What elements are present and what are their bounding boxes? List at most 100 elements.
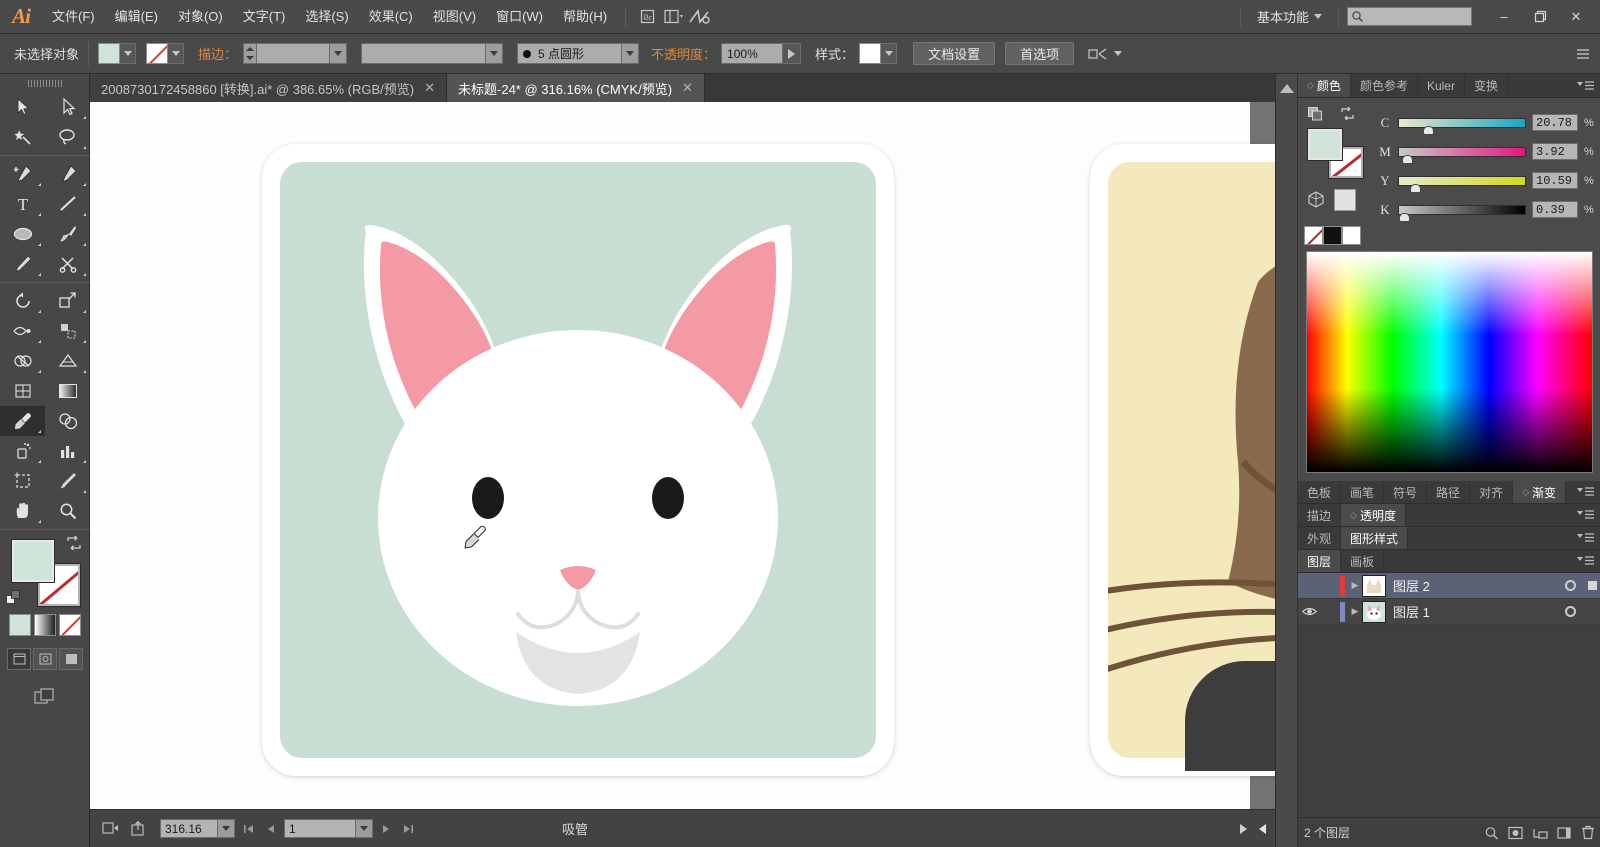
menu-view[interactable]: 视图(V) [423,0,486,34]
color-panel-fill-swatch[interactable] [1308,129,1342,160]
document-setup-button[interactable]: 文档设置 [913,42,995,65]
tab-color-guide[interactable]: 颜色参考 [1351,74,1418,97]
zoom-field[interactable]: 316.16 [160,819,218,838]
menu-edit[interactable]: 编辑(E) [105,0,168,34]
chevron-right-icon[interactable]: ▶ [1348,606,1362,617]
add-anchor-point-tool[interactable] [45,159,90,189]
preferences-button[interactable]: 首选项 [1005,42,1074,65]
tab-pathfinder[interactable]: 路径 [1427,481,1470,503]
gradient-tool[interactable] [45,376,90,406]
menu-window[interactable]: 窗口(W) [486,0,553,34]
swap-fill-stroke-icon[interactable] [66,536,82,550]
tab-kuler[interactable]: Kuler [1418,74,1465,97]
cyan-value-field[interactable]: 20.78 [1532,114,1578,131]
chevron-right-icon[interactable]: ▶ [1348,580,1362,591]
artboard-number-control[interactable]: 1 [284,819,373,838]
layer-row[interactable]: ▶ 图层 1 [1298,599,1600,625]
layer-name[interactable]: 图层 1 [1393,602,1557,621]
zoom-control[interactable]: 316.16 [160,819,235,838]
stroke-color-control[interactable] [146,43,184,64]
pen-tool[interactable] [0,159,45,189]
color-fill-mode-button[interactable] [9,614,31,636]
tab-transparency[interactable]: ◇ 透明度 [1341,504,1406,526]
share-on-behance-icon[interactable] [127,819,151,839]
brush-definition-dropdown[interactable] [622,43,639,64]
symbol-sprayer-tool[interactable] [0,436,45,466]
yellow-value-field[interactable]: 10.59 [1532,172,1578,189]
stroke-label[interactable]: 描边： [198,44,237,63]
blend-tool[interactable] [45,406,90,436]
black-swatch-button[interactable] [1323,226,1342,245]
zoom-tool[interactable] [45,496,90,526]
zoom-dropdown[interactable] [218,819,235,838]
shape-builder-tool[interactable] [0,346,45,376]
layer-target-indicator[interactable] [1557,606,1583,617]
opacity-field[interactable]: 100% [721,43,783,64]
slice-tool[interactable] [45,466,90,496]
delete-selection-icon[interactable] [1581,825,1595,840]
default-fill-stroke-icon[interactable] [6,590,22,606]
eyedropper-tool[interactable] [0,406,45,436]
free-transform-tool[interactable] [45,316,90,346]
color-panel-menu-icon[interactable] [1570,74,1600,97]
brush-definition-control[interactable]: 5 点圆形 [517,43,639,64]
stroke-swatch-none[interactable] [146,43,168,64]
hand-tool[interactable] [0,496,45,526]
canvas-area[interactable] [90,102,1275,809]
stroke-dropdown-arrow[interactable] [168,43,184,64]
normal-screen-mode-button[interactable] [7,648,31,670]
rotate-tool[interactable] [0,286,45,316]
stroke-weight-dropdown[interactable] [330,43,347,64]
menu-type[interactable]: 文字(T) [233,0,296,34]
br-icon[interactable]: Br [634,6,660,28]
scale-tool[interactable] [45,286,90,316]
white-swatch-button[interactable] [1342,226,1361,245]
transparency-panel-menu-icon[interactable] [1570,504,1600,526]
color-spectrum-picker[interactable] [1306,251,1593,473]
tab-align[interactable]: 对齐 [1470,481,1513,503]
menu-effect[interactable]: 效果(C) [359,0,423,34]
layers-panel-menu-icon[interactable] [1570,550,1600,572]
toolbar-collapse-control[interactable] [0,688,90,706]
gradient-mode-button[interactable] [34,614,56,636]
tab-gradient[interactable]: ◇ 渐变 [1513,481,1566,503]
tab-transform[interactable]: 变换 [1465,74,1508,97]
toolbar-grip[interactable] [0,74,89,92]
magenta-slider-thumb[interactable] [1402,155,1413,164]
locate-object-icon[interactable] [1484,826,1499,840]
menu-help[interactable]: 帮助(H) [553,0,617,34]
status-expand-left-icon[interactable] [1254,819,1271,839]
minimize-button[interactable]: – [1486,6,1522,28]
yellow-slider-thumb[interactable] [1410,184,1421,193]
magenta-value-field[interactable]: 3.92 [1532,143,1578,160]
cyan-slider-track[interactable] [1398,118,1526,128]
graphic-style-swatch[interactable] [859,43,881,64]
opacity-label[interactable]: 不透明度： [651,44,716,63]
tab-brushes[interactable]: 画笔 [1341,481,1384,503]
artboard-number-dropdown[interactable] [356,819,373,838]
workspace-switcher[interactable]: 基本功能 [1249,4,1330,29]
close-button[interactable]: ✕ [1558,6,1594,28]
none-mode-button[interactable] [59,614,81,636]
tab-color[interactable]: ◇ 颜色 [1298,74,1351,97]
gradient-panel-menu-icon[interactable] [1570,481,1600,503]
make-clipping-mask-icon[interactable] [1508,826,1523,840]
tab-graphic-styles[interactable]: 图形样式 [1341,527,1408,549]
magic-wand-tool[interactable] [0,122,45,152]
tab-symbols[interactable]: 符号 [1384,481,1427,503]
mesh-tool[interactable] [0,376,45,406]
yellow-slider-track[interactable] [1398,176,1526,186]
color-cube-icon[interactable] [1308,191,1324,208]
last-artboard-button[interactable] [400,819,417,839]
previous-artboard-button[interactable] [262,819,279,839]
paintbrush-tool[interactable] [45,219,90,249]
line-segment-tool[interactable] [45,189,90,219]
layer-target-indicator[interactable] [1557,580,1583,591]
tab-artboards[interactable]: 画板 [1341,550,1384,572]
menu-select[interactable]: 选择(S) [295,0,358,34]
layer-name[interactable]: 图层 2 [1393,576,1557,595]
restore-button[interactable] [1522,6,1558,28]
opacity-slider-arrow[interactable] [783,43,801,64]
stroke-profile-field[interactable] [361,43,486,64]
black-slider-track[interactable] [1398,205,1526,215]
